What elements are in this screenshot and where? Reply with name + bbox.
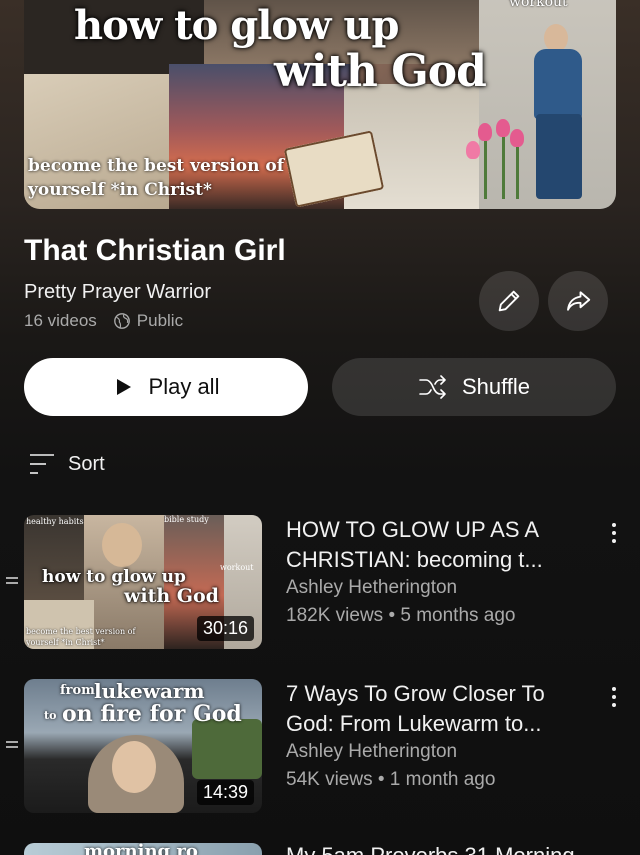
playlist-title: That Christian Girl [24, 234, 286, 267]
visibility-label: Public [136, 311, 184, 330]
drag-handle-icon[interactable] [6, 577, 18, 587]
video-count: 16 videos [24, 311, 97, 330]
playlist-video-item[interactable]: morning ro My 5am Proverbs 31 Morning [0, 843, 640, 855]
cover-girl-figure [524, 14, 594, 204]
playlist-cover-image: workout how to glow up with God become t… [24, 0, 616, 209]
thumb-title-line1: how to glow up [42, 567, 186, 587]
sort-icon [30, 454, 54, 474]
drag-handle-icon[interactable] [6, 741, 18, 751]
video-thumbnail[interactable]: healthy habits bible study workout how t… [24, 515, 262, 649]
cover-subtitle: become the best version of yourself *in … [28, 154, 284, 202]
video-thumbnail[interactable]: from lukewarm to on fire for God 14:39 [24, 679, 262, 813]
cover-workout-label: workout [509, 0, 568, 10]
play-all-label: Play all [148, 374, 220, 399]
video-channel: Ashley Hetherington [286, 577, 458, 598]
video-title[interactable]: My 5am Proverbs 31 Morning [286, 843, 586, 855]
cover-tulips [464, 119, 534, 204]
video-title-line2: God: From Lukewarm to... [286, 711, 542, 736]
video-thumbnail[interactable]: morning ro [24, 843, 262, 855]
cover-title-line2: with God [274, 46, 487, 97]
thumb-bottom-line2: yourself *in Christ* [26, 638, 105, 647]
thumb-title-line2: with God [124, 585, 219, 607]
video-title-line1: 7 Ways To Grow Closer To [286, 681, 545, 706]
shuffle-button[interactable]: Shuffle [332, 358, 616, 416]
video-duration: 30:16 [196, 616, 254, 641]
cover-title-line1: how to glow up [74, 2, 399, 49]
thumb-tag: healthy habits [26, 517, 84, 526]
more-options-icon[interactable] [604, 523, 624, 547]
more-options-icon[interactable] [604, 687, 624, 711]
shuffle-label: Shuffle [461, 374, 531, 399]
pencil-icon [498, 290, 520, 312]
shuffle-icon [419, 375, 446, 399]
thumb-tag: bible study [164, 515, 209, 524]
thumb-from: from [60, 683, 95, 698]
video-stats: 54K views • 1 month ago [286, 769, 496, 790]
video-stats: 182K views • 5 months ago [286, 605, 516, 626]
video-title-line2: CHRISTIAN: becoming t... [286, 547, 543, 572]
playlist-owner[interactable]: Pretty Prayer Warrior [24, 281, 211, 304]
video-title[interactable]: HOW TO GLOW UP AS A CHRISTIAN: becoming … [286, 515, 586, 575]
sort-label: Sort [68, 452, 105, 475]
thumb-lukewarm: lukewarm [94, 679, 205, 703]
playlist-video-item[interactable]: healthy habits bible study workout how t… [0, 515, 640, 655]
thumb-bottom-line1: become the best version of [26, 627, 136, 636]
share-icon [567, 291, 591, 311]
thumb-title-line1: morning ro [84, 843, 198, 855]
playlist-meta: 16 videos Public [24, 311, 183, 331]
cover-subtitle-line2: yourself *in Christ* [28, 180, 212, 200]
globe-icon [113, 313, 130, 329]
sort-button[interactable]: Sort [28, 452, 105, 476]
thumb-tag: workout [220, 563, 254, 572]
cover-subtitle-line1: become the best version of [28, 156, 285, 176]
video-title[interactable]: 7 Ways To Grow Closer To God: From Lukew… [286, 679, 586, 739]
share-playlist-button[interactable] [548, 271, 608, 331]
play-icon [116, 379, 131, 395]
play-all-button[interactable]: Play all [24, 358, 308, 416]
edit-playlist-button[interactable] [479, 271, 539, 331]
video-title-line1: HOW TO GLOW UP AS A [286, 517, 540, 542]
video-channel: Ashley Hetherington [286, 741, 458, 762]
video-duration: 14:39 [196, 780, 254, 805]
thumb-to: to [44, 709, 57, 722]
thumb-on-fire: on fire for God [62, 701, 242, 727]
playlist-video-item[interactable]: from lukewarm to on fire for God 14:39 7… [0, 679, 640, 819]
